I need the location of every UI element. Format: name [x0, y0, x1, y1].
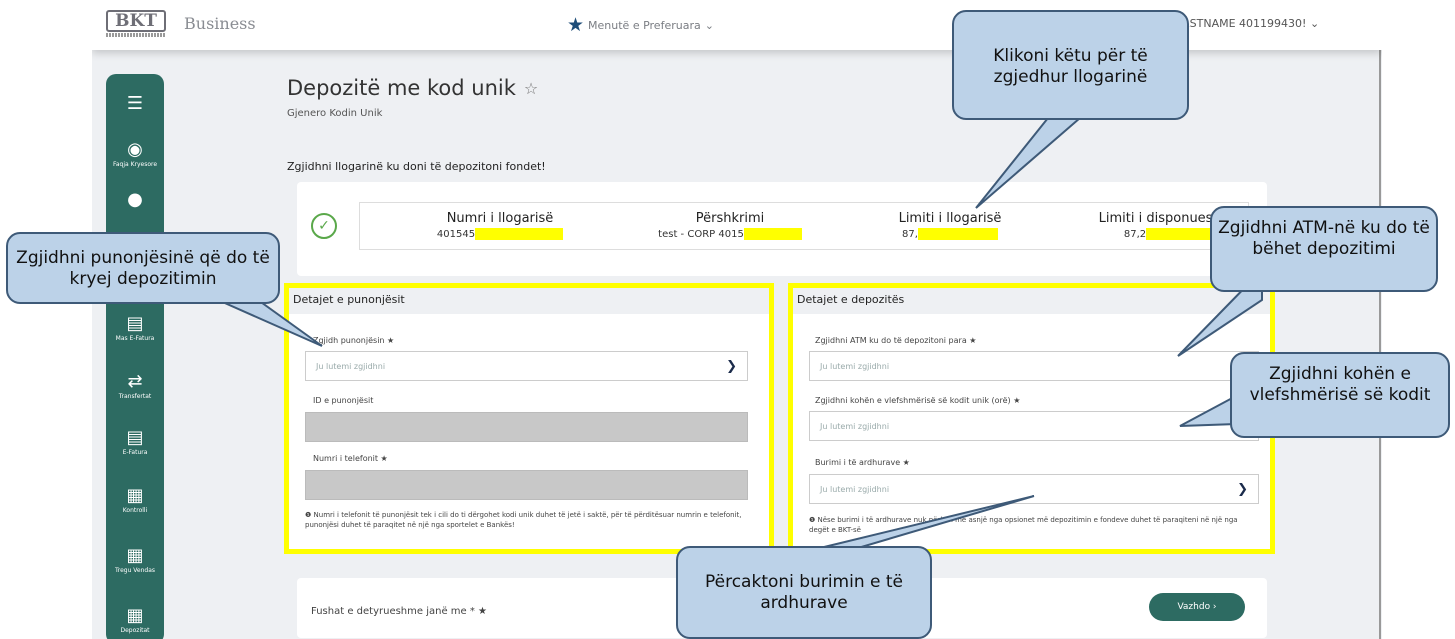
account-callout-tail	[975, 117, 1083, 209]
validity-callout-tail	[1179, 394, 1237, 427]
account-callout: Klikoni këtu për të zgjedhur llogarinë	[952, 10, 1189, 120]
validity-callout: Zgjidhni kohën e vlefshmërisë së kodit	[1230, 352, 1450, 438]
employee-callout-tail	[217, 299, 323, 347]
employee-callout: Zgjidhni punonjësinë që do të kryej depo…	[6, 232, 280, 304]
screenshot-frame: BKT Business ★ Menutë e Preferuara ⌄ RST…	[0, 0, 1455, 639]
atm-callout: Zgjidhni ATM-në ku do të bëhet depozitim…	[1210, 206, 1438, 292]
source-callout: Përcaktoni burimin e të ardhurave	[676, 546, 932, 639]
source-callout-tail	[819, 495, 1035, 549]
callout-pointers	[217, 117, 1263, 549]
